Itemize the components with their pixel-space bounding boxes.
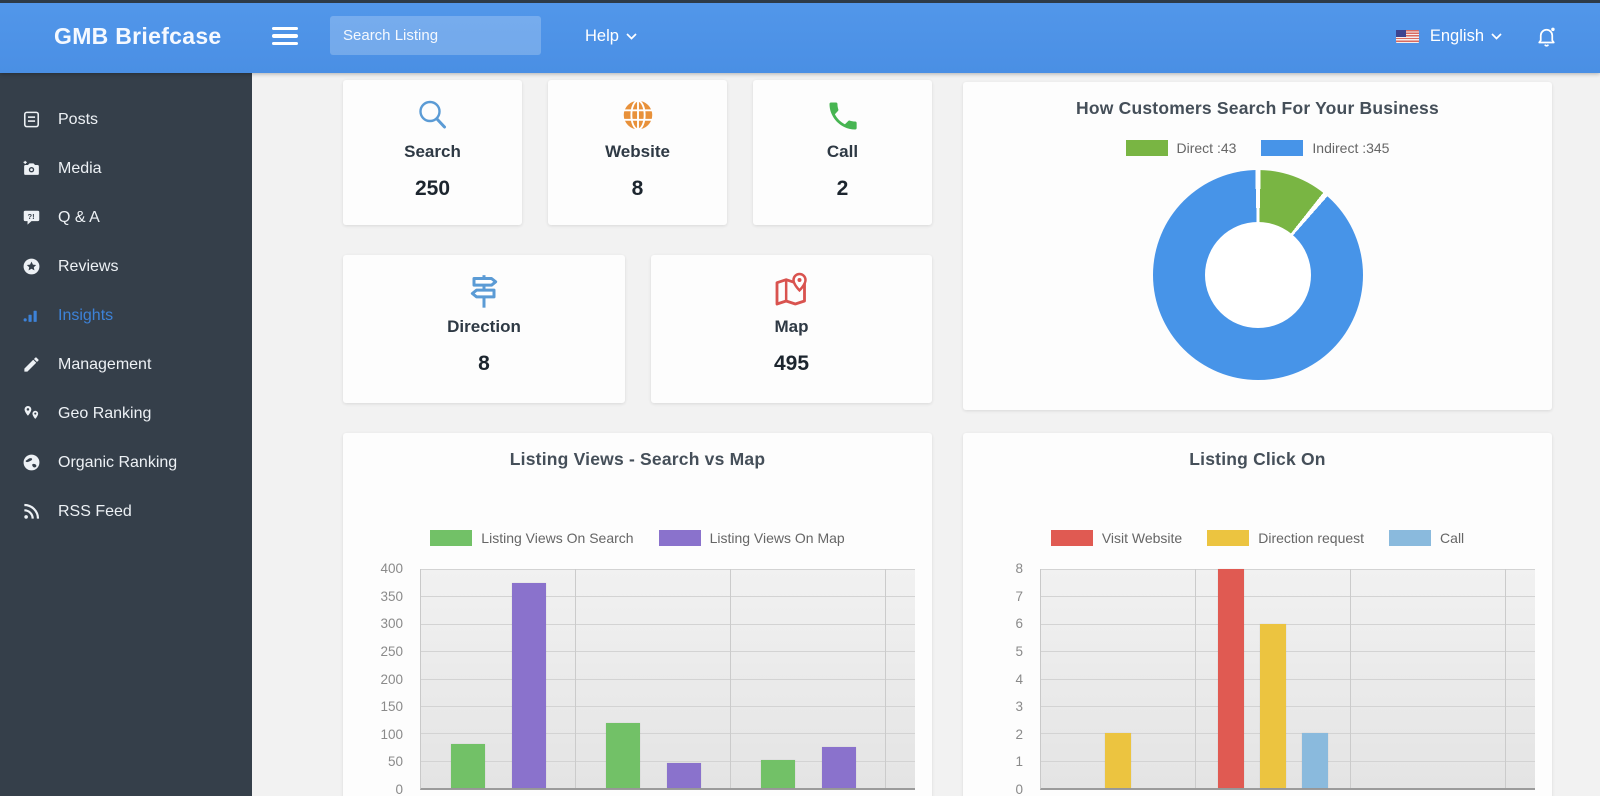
rss-icon: [21, 502, 41, 522]
chevron-down-icon: [626, 33, 637, 40]
sidebar-item-label: Management: [58, 355, 152, 373]
search-icon: [343, 95, 522, 137]
stat-card-website: Website 8: [548, 80, 727, 225]
panel-listing-views: Listing Views - Search vs Map Listing Vi…: [343, 433, 932, 796]
stat-card-map: Map 495: [651, 255, 932, 403]
sidebar-item-label: Geo Ranking: [58, 404, 152, 422]
sidebar-item-label: Reviews: [58, 257, 119, 275]
legend-label: Indirect :345: [1312, 140, 1390, 156]
hamburger-menu-icon[interactable]: [272, 24, 298, 48]
bar-chart-plot: [1040, 569, 1535, 790]
legend-swatch: [1050, 530, 1093, 546]
help-menu[interactable]: Help: [585, 0, 637, 73]
legend-item-indirect[interactable]: Indirect :345: [1261, 140, 1389, 156]
legend-label: Direct :43: [1176, 140, 1237, 156]
legend-item-search-views[interactable]: Listing Views On Search: [430, 530, 634, 546]
stat-value: 8: [631, 177, 644, 200]
legend-label: Listing Views On Search: [481, 530, 634, 546]
management-icon: [21, 355, 41, 375]
donut-legend: Direct :43 Indirect :345: [963, 140, 1552, 156]
notifications-button[interactable]: [1535, 25, 1558, 48]
phone-icon: [753, 95, 932, 137]
legend-item-direct[interactable]: Direct :43: [1125, 140, 1237, 156]
svg-text:?!: ?!: [27, 212, 34, 221]
stat-value: 8: [478, 352, 490, 375]
sidebar-item-reviews[interactable]: Reviews: [0, 242, 252, 291]
sidebar-item-qa[interactable]: ?! Q & A: [0, 193, 252, 242]
stat-card-direction: Direction 8: [343, 255, 625, 403]
panel-title: Listing Click On: [1189, 449, 1326, 469]
language-selector[interactable]: English: [1430, 27, 1502, 46]
map-pin-icon: [651, 270, 932, 312]
legend-label: Call: [1440, 530, 1465, 546]
sidebar-item-label: Insights: [58, 306, 114, 324]
sidebar: Posts Media ?! Q & A Reviews Insights Ma…: [0, 73, 252, 796]
us-flag-icon: [1395, 30, 1419, 43]
legend-swatch: [1389, 530, 1432, 546]
language-label: English: [1429, 27, 1484, 45]
app-logo[interactable]: GMB Briefcase: [54, 0, 222, 73]
sidebar-item-media[interactable]: Media: [0, 144, 252, 193]
y-axis-labels: 876543210: [1015, 561, 1023, 796]
sidebar-item-label: RSS Feed: [58, 502, 132, 520]
media-icon: [21, 159, 41, 179]
panel-title: Listing Views - Search vs Map: [509, 449, 766, 469]
sidebar-item-organic-ranking[interactable]: Organic Ranking: [0, 438, 252, 487]
top-header: GMB Briefcase Help English: [0, 0, 1600, 73]
stat-label: Website: [605, 142, 670, 161]
panel-title: How Customers Search For Your Business: [1076, 98, 1439, 118]
legend-item-call[interactable]: Call: [1389, 530, 1464, 546]
reviews-icon: [21, 257, 41, 277]
bell-icon: [1538, 27, 1555, 47]
qa-icon: ?!: [21, 208, 41, 228]
legend-label: Listing Views On Map: [709, 530, 845, 546]
sidebar-item-geo-ranking[interactable]: Geo Ranking: [0, 389, 252, 438]
chevron-down-icon: [1491, 33, 1502, 40]
stat-label: Call: [826, 142, 859, 161]
sidebar-item-management[interactable]: Management: [0, 340, 252, 389]
stat-card-call: Call 2: [753, 80, 932, 225]
stat-card-search: Search 250: [343, 80, 522, 225]
sidebar-item-rss-feed[interactable]: RSS Feed: [0, 487, 252, 536]
globe-icon: [548, 95, 727, 137]
sidebar-item-label: Organic Ranking: [58, 453, 178, 471]
panel-listing-click-on: Listing Click On Visit Website Direction…: [963, 433, 1552, 796]
legend-swatch: [1207, 530, 1250, 546]
search-input[interactable]: [330, 16, 541, 55]
legend-swatch: [1261, 140, 1304, 156]
legend-label: Visit Website: [1101, 530, 1183, 546]
legend-item-visit-website[interactable]: Visit Website: [1050, 530, 1183, 546]
insights-icon: [21, 306, 41, 326]
legend-item-map-views[interactable]: Listing Views On Map: [658, 530, 845, 546]
sidebar-item-insights[interactable]: Insights: [0, 291, 252, 340]
organic-ranking-icon: [21, 453, 41, 473]
chart-legend: Listing Views On Search Listing Views On…: [343, 530, 932, 546]
panel-how-customers-search: How Customers Search For Your Business D…: [963, 82, 1552, 410]
stat-value: 250: [414, 177, 451, 200]
stat-label: Map: [774, 317, 809, 336]
geo-ranking-icon: [21, 404, 41, 424]
legend-swatch: [430, 530, 473, 546]
stat-label: Direction: [447, 317, 521, 336]
bar-chart-plot: [420, 569, 915, 790]
sidebar-item-label: Q & A: [58, 208, 100, 226]
sidebar-item-label: Posts: [58, 110, 99, 128]
help-label: Help: [585, 27, 619, 45]
stat-label: Search: [404, 142, 461, 161]
legend-swatch: [658, 530, 701, 546]
legend-swatch: [1125, 140, 1168, 156]
stat-value: 2: [836, 177, 849, 200]
y-axis-labels: 400 350 300 250 200 150 100 50 0: [380, 561, 403, 796]
stat-value: 495: [773, 352, 810, 375]
sidebar-item-posts[interactable]: Posts: [0, 95, 252, 144]
posts-icon: [21, 110, 41, 130]
sidebar-item-label: Media: [58, 159, 102, 177]
donut-chart: [1153, 170, 1363, 380]
chart-legend: Visit Website Direction request Call: [963, 530, 1552, 546]
legend-item-direction-request[interactable]: Direction request: [1207, 530, 1364, 546]
signpost-icon: [343, 270, 625, 312]
main-content: Search 250 Website 8 Call 2 Direction 8 …: [252, 73, 1600, 796]
legend-label: Direction request: [1258, 530, 1365, 546]
